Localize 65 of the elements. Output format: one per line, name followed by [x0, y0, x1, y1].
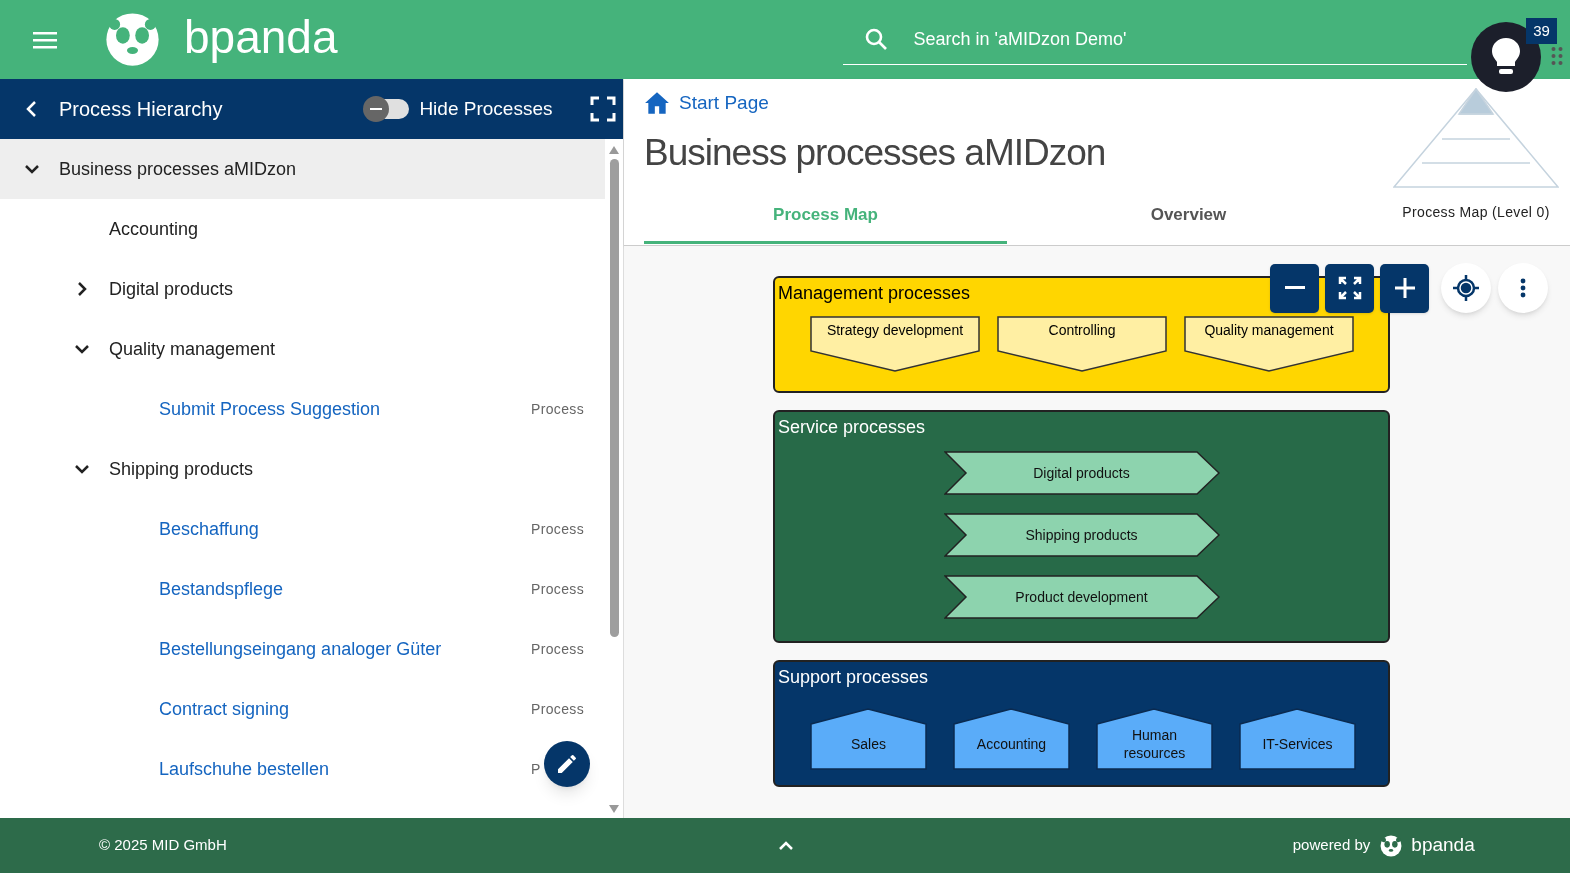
process-shape[interactable]: Accounting: [953, 708, 1070, 770]
level-label: Process Map (Level 0): [1402, 203, 1550, 222]
expand-arrows-icon: [1337, 276, 1362, 300]
page-title: Business processes aMIDzon: [644, 131, 1107, 175]
process-link[interactable]: Bestellungseingang analoger Güter: [159, 635, 442, 663]
item-type: Process: [531, 699, 585, 719]
crosshair-icon: [1452, 274, 1480, 302]
process-shape[interactable]: Human resources: [1096, 708, 1213, 770]
pencil-icon: [555, 752, 579, 776]
process-shape[interactable]: Shipping products: [943, 513, 1220, 557]
more-vertical-icon: [1520, 278, 1526, 298]
process-shape[interactable]: Quality management: [1184, 316, 1354, 372]
item-type: Process: [531, 519, 585, 539]
tree-label: Business processes aMIDzon: [59, 157, 297, 181]
tree-label: Digital products: [109, 277, 234, 301]
panda-logo-icon: [105, 12, 160, 67]
item-type: Process: [531, 579, 585, 599]
search-input[interactable]: Search in 'aMIDzon Demo': [913, 25, 1434, 53]
tab[interactable]: Overview: [1007, 188, 1370, 244]
process-shape[interactable]: Sales: [810, 708, 927, 770]
panda-logo-icon: [1380, 834, 1403, 857]
locate-button[interactable]: [1441, 263, 1491, 313]
powered-by-text: powered by: [1292, 835, 1371, 856]
process-shape[interactable]: Strategy development: [810, 316, 980, 372]
sidebar-title: Process Hierarchy: [59, 97, 223, 122]
plus-icon: [1394, 278, 1415, 298]
process-shape[interactable]: Digital products: [943, 451, 1220, 495]
grid-dots-icon[interactable]: [1551, 46, 1563, 66]
menu-icon[interactable]: [33, 30, 57, 49]
toggle-switch[interactable]: [365, 99, 410, 119]
search-field[interactable]: Search in 'aMIDzon Demo': [842, 14, 1467, 65]
process-link[interactable]: Submit Process Suggestion: [159, 395, 381, 423]
tree-label: Quality management: [109, 337, 276, 361]
fullscreen-icon[interactable]: [590, 96, 617, 122]
zoom-in-button[interactable]: [1380, 263, 1429, 313]
process-link[interactable]: Bestandspflege: [159, 575, 284, 603]
process-shape[interactable]: Product development: [943, 575, 1220, 619]
breadcrumb-link[interactable]: Start Page: [679, 88, 769, 118]
item-type: Process: [531, 399, 585, 419]
scroll-down-icon[interactable]: [608, 804, 620, 814]
process-shape[interactable]: Controlling: [997, 316, 1167, 372]
item-type: Process: [531, 639, 585, 659]
process-link[interactable]: Laufschuhe bestellen: [159, 755, 330, 783]
lightbulb-icon: [1491, 37, 1521, 77]
item-type: P: [531, 759, 541, 779]
app-logo: bpanda: [184, 13, 338, 65]
process-link[interactable]: Contract signing: [159, 695, 290, 723]
process-shape[interactable]: IT-Services: [1239, 708, 1356, 770]
count-badge: 39: [1526, 18, 1557, 44]
tree-label: Shipping products: [109, 457, 254, 481]
search-icon: [863, 27, 888, 51]
group-title: Service processes: [778, 416, 926, 439]
tree-label: Accounting: [109, 217, 199, 241]
copyright-text: © 2025 MID GmbH: [99, 835, 227, 856]
group-title: Support processes: [778, 666, 929, 689]
scroll-up-icon[interactable]: [608, 145, 620, 155]
home-icon[interactable]: [644, 91, 670, 115]
footer-logo: bpanda: [1411, 833, 1475, 858]
zoom-out-button[interactable]: [1270, 263, 1319, 313]
minus-icon: [1284, 286, 1305, 290]
toggle-label: Hide Processes: [419, 96, 553, 121]
tree-item[interactable]: Business processes aMIDzon: [0, 139, 605, 199]
group-title: Management processes: [778, 282, 971, 305]
fit-button[interactable]: [1325, 263, 1374, 313]
process-link[interactable]: Beschaffung: [159, 515, 259, 543]
